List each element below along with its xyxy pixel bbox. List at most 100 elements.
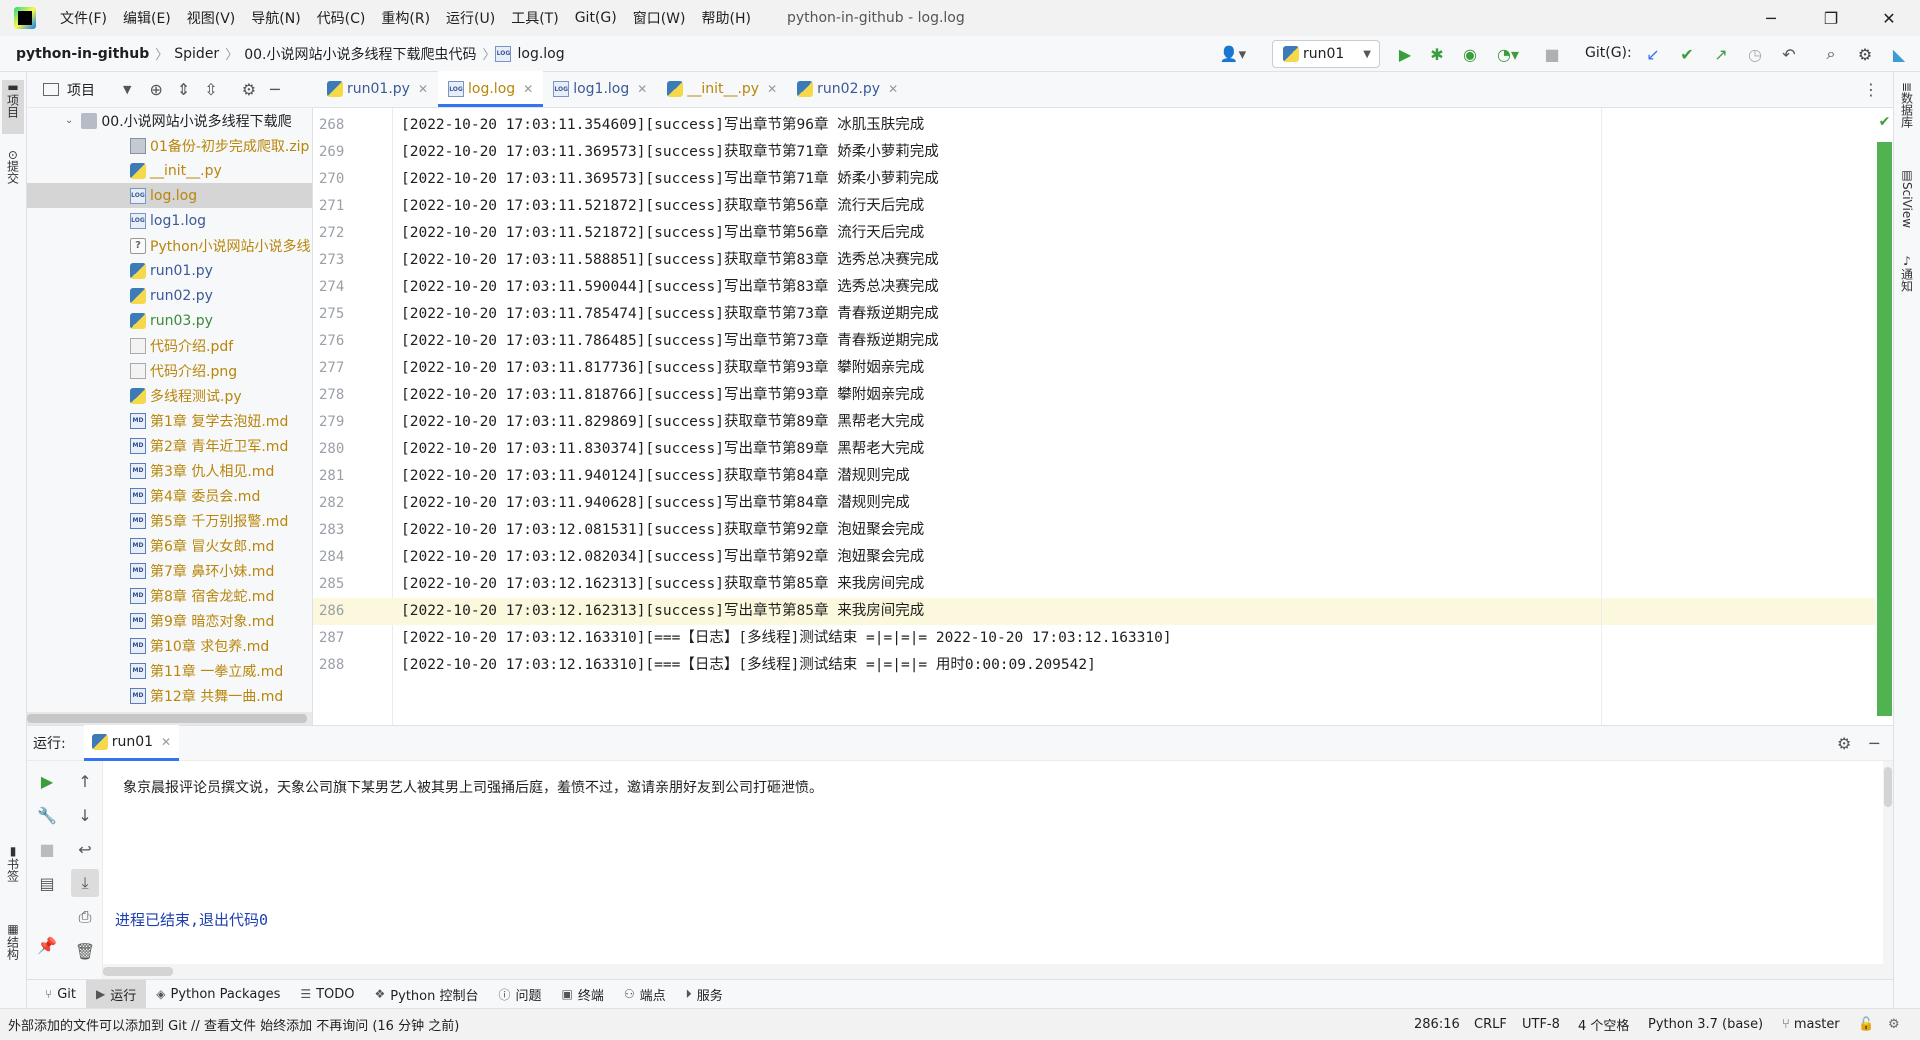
tree-file-item[interactable]: MD 第8章 宿舍龙蛇.md (27, 583, 312, 608)
code-line[interactable]: [2022-10-20 17:03:12.163310][===【日志】[多线程… (393, 625, 1875, 652)
tree-file-item[interactable]: MD 第6章 冒火女郎.md (27, 533, 312, 558)
coverage-icon[interactable]: ◉ (1458, 42, 1482, 66)
tree-file-item[interactable]: MD 第10章 求包养.md (27, 633, 312, 658)
tree-file-item[interactable]: MD 第5章 千万别报警.md (27, 508, 312, 533)
menu-navigate[interactable]: 导航(N) (243, 0, 308, 36)
tab-run02-py[interactable]: run02.py ✕ (787, 71, 908, 107)
profile-icon[interactable]: ◔▾ (1490, 42, 1526, 66)
tree-file-item[interactable]: ? Python小说网站小说多线 (27, 233, 312, 258)
tab-log-log[interactable]: LOG log.log ✕ (438, 71, 544, 107)
tool-tab-endpoints[interactable]: ⚇ 端点 (614, 980, 676, 1009)
vertical-scrollbar[interactable] (1883, 761, 1893, 979)
tool-tab-python-packages[interactable]: ◈ Python Packages (146, 980, 290, 1009)
menu-window[interactable]: 窗口(W) (625, 0, 694, 36)
tool-tab-terminal[interactable]: ▣ 终端 (552, 980, 614, 1009)
code-line[interactable]: [2022-10-20 17:03:11.369573][success]写出章… (393, 166, 1875, 193)
code-line[interactable]: [2022-10-20 17:03:11.786485][success]写出章… (393, 328, 1875, 355)
tree-file-item[interactable]: run03.py (27, 308, 312, 333)
expand-all-icon[interactable]: ⇕ (177, 80, 190, 99)
git-update-icon[interactable]: ↙ (1641, 42, 1665, 66)
menu-git[interactable]: Git(G) (567, 0, 625, 36)
tree-file-item[interactable]: run02.py (27, 283, 312, 308)
wrench-icon[interactable]: 🔧 (33, 801, 61, 829)
code-line[interactable]: [2022-10-20 17:03:12.163310][===【日志】[多线程… (393, 652, 1875, 679)
close-tab-icon[interactable]: ✕ (888, 82, 898, 96)
tree-file-item[interactable]: MD 第11章 一拳立威.md (27, 658, 312, 683)
code-line[interactable]: [2022-10-20 17:03:11.829869][success]获取章… (393, 409, 1875, 436)
hide-panel-icon[interactable]: ─ (1869, 734, 1879, 753)
breadcrumb-spider[interactable]: Spider (168, 46, 225, 62)
close-tab-icon[interactable]: ✕ (418, 82, 428, 96)
bookmarks-tool-tab[interactable]: ▮ 书签 (2, 844, 24, 894)
code-line[interactable]: [2022-10-20 17:03:11.588851][success]获取章… (393, 247, 1875, 274)
tree-root-folder[interactable]: ⌄ 00.小说网站小说多线程下载爬 (27, 108, 312, 133)
tool-tab-git[interactable]: ⑂ Git (35, 980, 86, 1009)
close-tab-icon[interactable]: ✕ (767, 82, 777, 96)
tree-file-item[interactable]: 代码介绍.png (27, 358, 312, 383)
scroll-up-icon[interactable]: ↑ (71, 767, 99, 795)
project-tool-tab[interactable]: ▬ 项目 (2, 80, 24, 134)
breadcrumb-project[interactable]: python-in-github (10, 46, 155, 62)
scrollbar-thumb[interactable] (1877, 142, 1892, 716)
maximize-button[interactable]: ❐ (1808, 0, 1854, 36)
tree-file-item[interactable]: 01备份-初步完成爬取.zip (27, 133, 312, 158)
run-icon[interactable]: ▶ (1393, 42, 1417, 66)
tree-file-item[interactable]: MD 第1章 复学去泡妞.md (27, 408, 312, 433)
tool-tab-todo[interactable]: ☰ TODO (290, 980, 364, 1009)
breadcrumb-folder[interactable]: 00.小说网站小说多线程下载爬虫代码 (238, 44, 482, 64)
file-encoding[interactable]: UTF-8 (1522, 1008, 1560, 1040)
line-separator[interactable]: CRLF (1474, 1008, 1507, 1040)
debug-icon[interactable]: ✱ (1425, 42, 1449, 66)
close-tab-icon[interactable]: ✕ (523, 82, 533, 96)
search-icon[interactable]: ⌕ (1819, 42, 1843, 66)
soft-wrap-icon[interactable]: ↩ (71, 835, 99, 863)
sciview-tool-tab[interactable]: ▥ SciView (1896, 168, 1918, 238)
status-message[interactable]: 外部添加的文件可以添加到 Git // 查看文件 始终添加 不再询问 (16 分… (8, 1015, 459, 1034)
code-line[interactable]: [2022-10-20 17:03:12.082034][success]写出章… (393, 544, 1875, 571)
menu-tools[interactable]: 工具(T) (503, 0, 566, 36)
scrollbar-thumb[interactable] (1884, 767, 1892, 807)
indent-setting[interactable]: 4 个空格 (1578, 1008, 1629, 1040)
tab-log1-log[interactable]: LOG log1.log ✕ (543, 71, 657, 107)
breadcrumb-file[interactable]: log.log (515, 46, 570, 62)
menu-run[interactable]: 运行(U) (438, 0, 503, 36)
run-config-dropdown[interactable]: run01 ▼ (1272, 40, 1380, 68)
code-line[interactable]: [2022-10-20 17:03:12.081531][success]获取章… (393, 517, 1875, 544)
tree-file-item[interactable]: MD 第4章 委员会.md (27, 483, 312, 508)
layout-icon[interactable]: ▤ (33, 869, 61, 897)
tab-run01-py[interactable]: run01.py ✕ (317, 71, 438, 107)
tree-file-item[interactable]: MD 第7章 鼻环小妹.md (27, 558, 312, 583)
menu-code[interactable]: 代码(C) (309, 0, 374, 36)
notifications-tool-tab[interactable]: ♪ 通知 (1896, 254, 1918, 304)
tree-file-item[interactable]: LOG log1.log (27, 208, 312, 233)
git-branch[interactable]: ⑂ master (1782, 1008, 1840, 1040)
run-console-output[interactable]: 象京晨报评论员撰文说，天象公司旗下某男艺人被其男上司强捅后庭，羞愤不过，邀请亲朋… (103, 761, 1883, 979)
python-interpreter[interactable]: Python 3.7 (base) (1648, 1008, 1763, 1040)
code-line[interactable]: [2022-10-20 17:03:11.818766][success]写出章… (393, 382, 1875, 409)
tool-tab-problems[interactable]: ⓘ 问题 (489, 980, 552, 1009)
structure-tool-tab[interactable]: ▦ 结构 (2, 922, 24, 972)
code-line[interactable]: [2022-10-20 17:03:11.830374][success]写出章… (393, 436, 1875, 463)
code-line[interactable]: [2022-10-20 17:03:11.590044][success]写出章… (393, 274, 1875, 301)
code-line[interactable]: [2022-10-20 17:03:11.521872][success]获取章… (393, 193, 1875, 220)
scroll-down-icon[interactable]: ↓ (71, 801, 99, 829)
close-tab-icon[interactable]: ✕ (161, 735, 171, 749)
code-line[interactable]: [2022-10-20 17:03:11.521872][success]写出章… (393, 220, 1875, 247)
tree-file-item[interactable]: __init__.py (27, 158, 312, 183)
rerun-icon[interactable]: ▶ (33, 767, 61, 795)
pin-icon[interactable]: 📌 (33, 931, 61, 959)
print-icon[interactable]: ⎙ (71, 903, 99, 931)
menu-refactor[interactable]: 重构(R) (373, 0, 438, 36)
scrollbar-thumb[interactable] (103, 967, 173, 976)
trash-icon[interactable]: 🗑 (71, 937, 99, 965)
minimize-button[interactable]: ─ (1748, 0, 1794, 36)
close-tab-icon[interactable]: ✕ (637, 82, 647, 96)
commit-tool-tab[interactable]: ⊙ 提交 (2, 150, 24, 200)
current-code-line[interactable]: [2022-10-20 17:03:12.162313][success]写出章… (393, 598, 1875, 625)
stop-icon[interactable]: ■ (1540, 42, 1564, 66)
chevron-down-icon[interactable]: ⌄ (65, 115, 73, 126)
hide-panel-icon[interactable]: ─ (270, 80, 280, 99)
tool-tab-services[interactable]: ⏵ 服务 (676, 980, 733, 1009)
collapse-all-icon[interactable]: ⇳ (204, 80, 217, 99)
code-line[interactable]: [2022-10-20 17:03:11.940628][success]写出章… (393, 490, 1875, 517)
